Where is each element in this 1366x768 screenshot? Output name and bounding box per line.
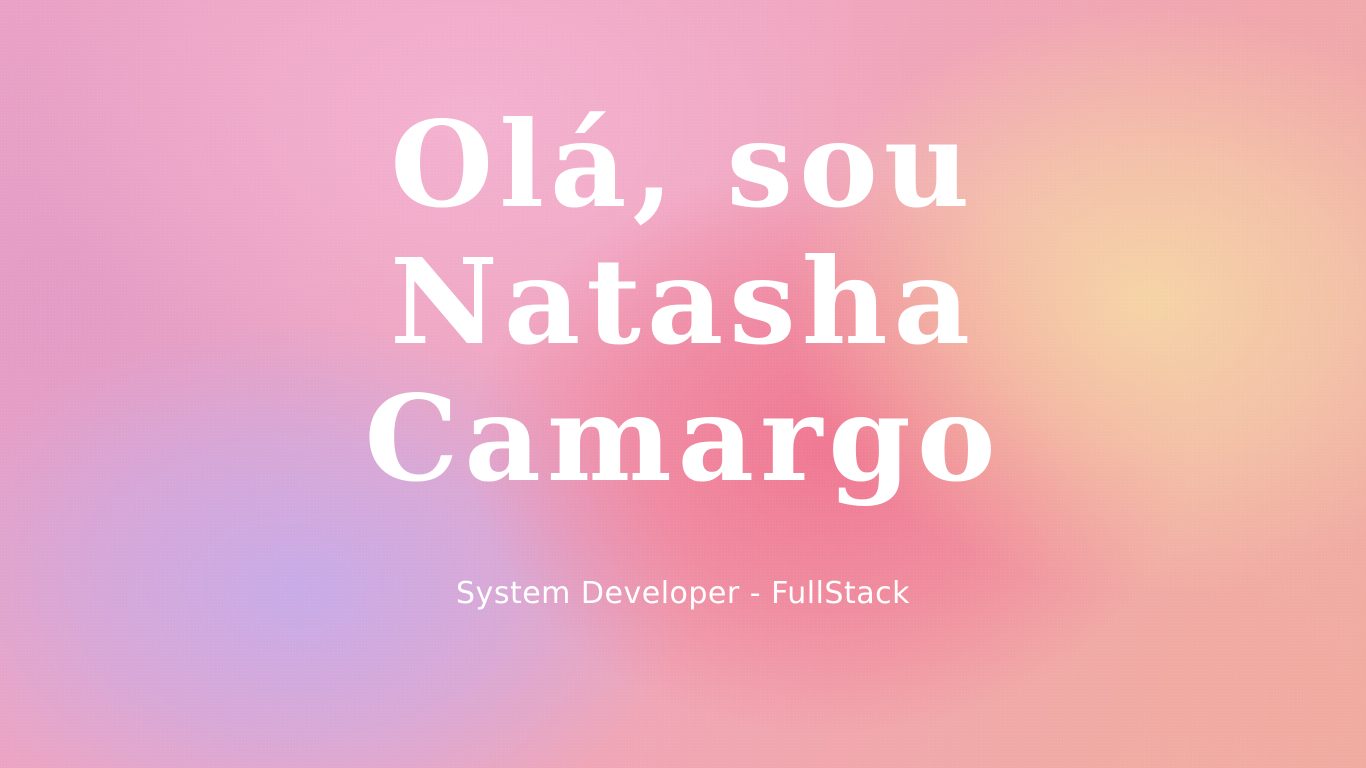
hero-subtitle: System Developer - FullStack xyxy=(456,576,910,611)
headline-greeting: Olá, sou xyxy=(390,95,976,234)
hero-section: Olá, sou Natasha Camargo System Develope… xyxy=(0,0,1366,768)
hero-headline: Olá, sou Natasha Camargo xyxy=(0,96,1366,507)
headline-last-name: Camargo xyxy=(364,369,1002,508)
headline-first-name: Natasha xyxy=(390,232,976,371)
